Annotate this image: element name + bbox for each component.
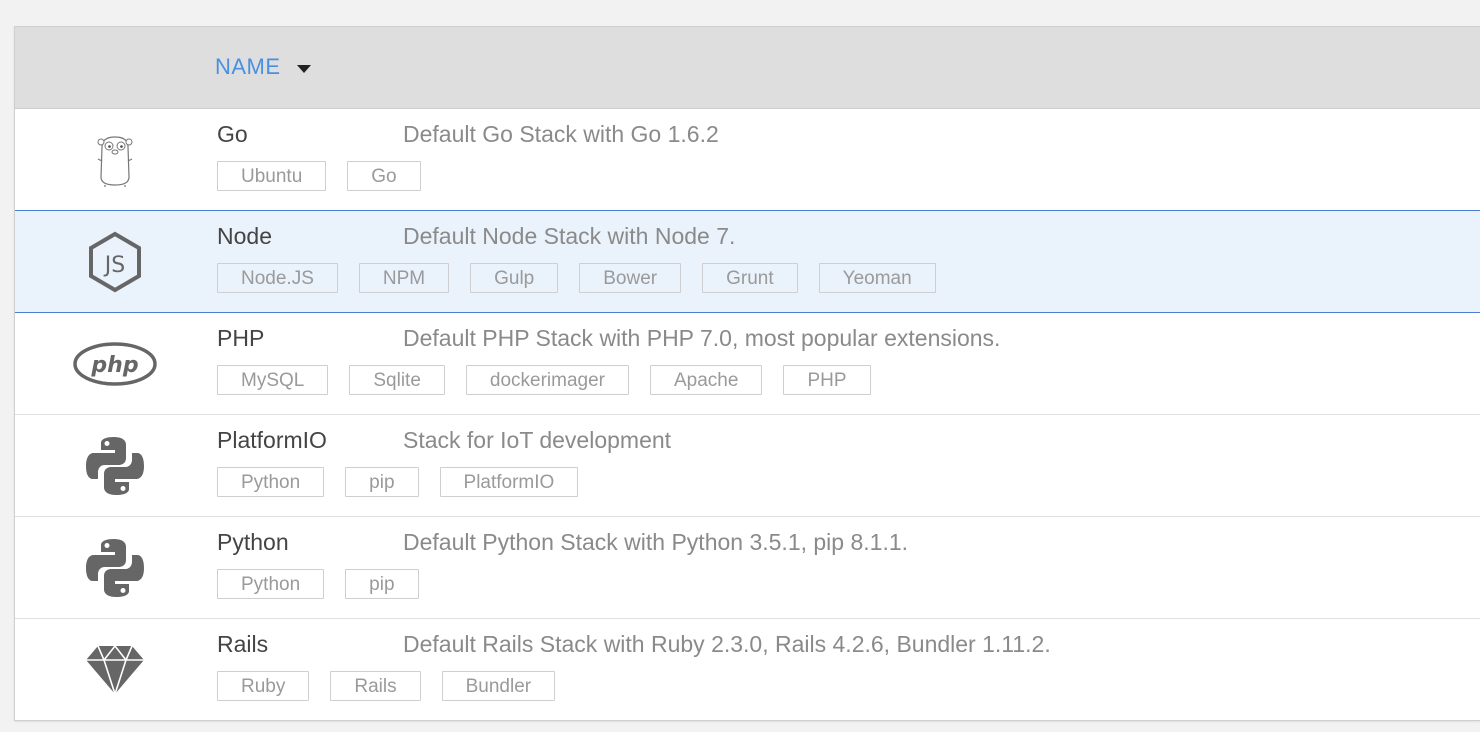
stack-name: Go [217,121,248,147]
stack-name: PHP [217,325,265,351]
sort-label: NAME [215,54,281,79]
tag-chip: Grunt [702,263,798,293]
stack-description: Default PHP Stack with PHP 7.0, most pop… [403,325,1001,351]
tag-chip: Yeoman [818,263,936,293]
stack-list-panel: NAME Go Default Go Stack with Go 1.6.2 Ubu… [14,26,1480,721]
python-icon [67,533,163,603]
stack-description: Default Python Stack with Python 3.5.1, … [403,529,909,555]
tag-list: Node.JS NPM Gulp Bower Grunt Yeoman [217,263,936,293]
tag-list: MySQL Sqlite dockerimager Apache PHP [217,365,871,395]
tag-list: Python pip [217,569,419,599]
stack-name: Rails [217,631,269,657]
stack-row[interactable]: Python Default Python Stack with Python 3… [15,517,1480,619]
stack-row[interactable]: PlatformIO Stack for IoT development Pytho… [15,415,1480,517]
svg-text:php: php [90,353,138,378]
tag-chip: NPM [358,263,450,293]
tag-chip: pip [345,467,419,497]
tag-chip: Go [347,161,421,191]
stack-rows: Go Default Go Stack with Go 1.6.2 Ubuntu Go… [15,109,1480,721]
svg-text:JS: JS [103,253,125,278]
stack-description: Default Rails Stack with Ruby 2.3.0, Rai… [403,631,1051,657]
tag-chip: PHP [783,365,871,395]
tag-chip: Apache [650,365,763,395]
stack-description: Default Go Stack with Go 1.6.2 [403,121,719,147]
stack-row[interactable]: Go Default Go Stack with Go 1.6.2 Ubuntu Go [15,109,1480,211]
tag-chip: MySQL [217,365,329,395]
tag-chip: PlatformIO [439,467,579,497]
caret-down-icon[interactable] [296,64,311,73]
nodejs-icon: JS [67,227,163,297]
stack-name: Python [217,529,289,555]
sort-by-name-header[interactable]: NAME [215,54,311,80]
tag-chip: Ubuntu [217,161,327,191]
tag-chip: Python [217,467,325,497]
tag-chip: Node.JS [217,263,338,293]
ruby-gem-icon [67,635,163,705]
stack-row[interactable]: JS Node Default Node Stack with Node 7. No… [15,210,1480,313]
php-icon: php [67,329,163,399]
tag-chip: Sqlite [349,365,445,395]
python-icon [67,431,163,501]
tag-chip: Ruby [217,671,310,701]
stack-description: Default Node Stack with Node 7. [403,223,736,249]
stack-name: Node [217,223,272,249]
tag-list: Ruby Rails Bundler [217,671,556,701]
stack-row[interactable]: php PHP Default PHP Stack with PHP 7.0, m… [15,313,1480,415]
tag-chip: Rails [330,671,421,701]
gopher-icon [67,125,163,195]
tag-list: Python pip PlatformIO [217,467,579,497]
table-header: NAME [15,27,1480,109]
tag-chip: Gulp [470,263,559,293]
stack-description: Stack for IoT development [403,427,672,453]
tag-chip: Python [217,569,325,599]
tag-chip: dockerimager [465,365,629,395]
tag-chip: pip [345,569,419,599]
stack-name: PlatformIO [217,427,327,453]
stack-row[interactable]: Rails Default Rails Stack with Ruby 2.3.0… [15,619,1480,721]
tag-chip: Bower [579,263,682,293]
tag-chip: Bundler [441,671,556,701]
tag-list: Ubuntu Go [217,161,421,191]
